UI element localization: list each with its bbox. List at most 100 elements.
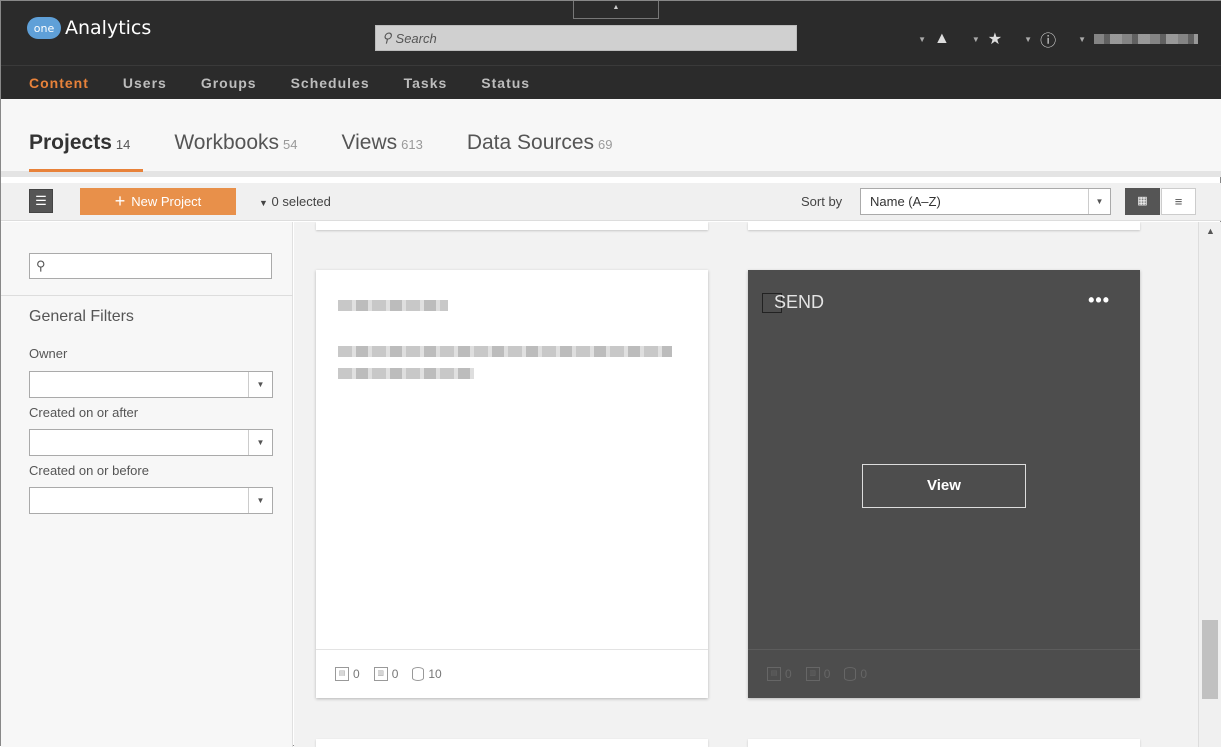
- count-value: 0: [391, 667, 399, 681]
- database-icon: [844, 667, 857, 681]
- sliders-icon: ☰: [35, 193, 47, 208]
- selected-count: 0 selected: [271, 194, 331, 209]
- content-tabs: Projects 14 Workbooks 54 Views 613 Data Sou…: [1, 99, 1221, 177]
- redacted-title: [338, 300, 448, 311]
- tab-count: 54: [283, 137, 298, 152]
- count-value: 0: [785, 667, 792, 681]
- filter-sidebar: ⚲ General Filters Owner ▼ Created on or …: [1, 222, 293, 747]
- count-value: 10: [428, 667, 442, 681]
- toolbar: ☰ + New Project ▼ 0 selected Sort by Nam…: [1, 183, 1221, 221]
- filter-search-input[interactable]: ⚲: [29, 253, 272, 279]
- info-icon: ⓘ: [1040, 33, 1057, 50]
- view-count: ▥ 0: [805, 667, 831, 681]
- tab-workbooks[interactable]: Workbooks 54: [174, 131, 297, 155]
- project-grid: ▤ 0 ▥ 0 10 SEND ••• View ▤ 0 ▥ 0 0: [294, 222, 1198, 747]
- favorites-menu[interactable]: ▼ ★: [972, 29, 1002, 49]
- tab-data-sources[interactable]: Data Sources 69: [467, 131, 613, 155]
- filter-panel-toggle[interactable]: ☰: [29, 189, 53, 213]
- nav-tasks[interactable]: Tasks: [404, 75, 448, 91]
- redacted-description: [338, 368, 474, 379]
- new-project-button[interactable]: + New Project: [80, 188, 236, 215]
- project-card-partial[interactable]: [748, 222, 1140, 230]
- chevron-down-icon: ▼: [248, 372, 272, 397]
- tab-views[interactable]: Views 613: [341, 131, 422, 155]
- chart-icon: ▥: [373, 667, 388, 681]
- view-button[interactable]: View: [862, 464, 1026, 508]
- grid-view-button[interactable]: ▦: [1125, 188, 1160, 215]
- chevron-down-icon: ▼: [1088, 189, 1110, 214]
- nav-schedules[interactable]: Schedules: [291, 75, 370, 91]
- chevron-down-icon: ▼: [248, 488, 272, 513]
- more-actions-icon[interactable]: •••: [1088, 290, 1110, 311]
- workbook-count: ▤ 0: [335, 667, 360, 681]
- workbook-icon: ▤: [335, 667, 349, 681]
- list-icon: ≡: [1174, 194, 1183, 209]
- alert-icon: ▲: [934, 30, 950, 47]
- help-menu[interactable]: ▼ ⓘ: [1024, 27, 1056, 51]
- card-footer: ▤ 0 ▥ 0 10: [316, 649, 708, 698]
- caret-down-icon: ▼: [1078, 34, 1086, 44]
- caret-down-icon: ▼: [259, 198, 268, 208]
- project-title: SEND: [762, 292, 824, 313]
- vertical-scrollbar[interactable]: ▲: [1198, 222, 1221, 747]
- created-after-select[interactable]: ▼: [29, 429, 273, 456]
- workbook-count: ▤ 0: [767, 667, 792, 681]
- chevron-down-icon: ▼: [248, 430, 272, 455]
- user-name-redacted: [1094, 34, 1198, 44]
- nav-content[interactable]: Content: [29, 75, 89, 91]
- view-count: ▥ 0: [373, 667, 399, 681]
- caret-down-icon: ▼: [971, 34, 980, 44]
- search-input[interactable]: ⚲ Search: [375, 25, 797, 51]
- owner-select[interactable]: ▼: [29, 371, 273, 398]
- chart-icon: ▥: [805, 667, 820, 681]
- grid-icon: ▦: [1137, 195, 1148, 207]
- data-source-count: 0: [844, 667, 867, 681]
- project-card[interactable]: ▤ 0 ▥ 0 10: [316, 270, 708, 698]
- sort-by-label: Sort by: [801, 194, 843, 209]
- tab-label: Projects: [29, 131, 112, 154]
- tab-count: 69: [598, 137, 613, 152]
- project-name: SEND: [774, 292, 825, 312]
- scroll-up-icon[interactable]: ▲: [1199, 226, 1221, 236]
- main-nav: Content Users Groups Schedules Tasks Sta…: [1, 65, 1221, 99]
- created-before-label: Created on or before: [29, 463, 149, 478]
- user-menu[interactable]: ▼: [1078, 34, 1198, 44]
- sort-value: Name (A–Z): [870, 194, 941, 209]
- tab-count: 613: [401, 137, 423, 152]
- tab-count: 14: [115, 137, 131, 152]
- nav-users[interactable]: Users: [123, 75, 167, 91]
- collapse-header-button[interactable]: ▲: [573, 1, 659, 19]
- scroll-thumb[interactable]: [1202, 620, 1218, 699]
- tab-label: Data Sources: [466, 131, 595, 154]
- search-icon: ⚲: [382, 30, 392, 45]
- active-tab-indicator: [29, 169, 143, 172]
- logo: one: [27, 17, 61, 39]
- selection-menu[interactable]: ▼ 0 selected: [259, 194, 331, 209]
- caret-down-icon: ▼: [1024, 34, 1033, 44]
- app-name: Analytics: [65, 17, 152, 39]
- brand[interactable]: one Analytics: [27, 17, 151, 39]
- caret-down-icon: ▼: [918, 34, 927, 44]
- header-actions: ▼ ▲ ▼ ★ ▼ ⓘ ▼: [918, 27, 1198, 51]
- sort-select[interactable]: Name (A–Z) ▼: [860, 188, 1111, 215]
- count-value: 0: [353, 667, 360, 681]
- count-value: 0: [860, 667, 868, 681]
- list-view-button[interactable]: ≡: [1161, 188, 1196, 215]
- database-icon: [412, 667, 425, 681]
- new-project-label: New Project: [131, 194, 202, 209]
- nav-groups[interactable]: Groups: [201, 75, 257, 91]
- search-icon: ⚲: [36, 258, 46, 273]
- divider: [1, 295, 293, 296]
- filters-heading: General Filters: [29, 308, 134, 325]
- nav-status[interactable]: Status: [481, 75, 530, 91]
- plus-icon: +: [114, 191, 126, 211]
- search-placeholder: Search: [395, 30, 437, 46]
- created-before-select[interactable]: ▼: [29, 487, 273, 514]
- count-value: 0: [823, 667, 831, 681]
- project-card-partial[interactable]: [316, 222, 708, 230]
- alerts-menu[interactable]: ▼ ▲: [918, 30, 950, 48]
- project-card-hovered[interactable]: SEND ••• View ▤ 0 ▥ 0 0: [748, 270, 1140, 698]
- tab-projects[interactable]: Projects 14: [29, 131, 130, 155]
- tab-label: Views: [341, 131, 398, 154]
- workbook-icon: ▤: [767, 667, 781, 681]
